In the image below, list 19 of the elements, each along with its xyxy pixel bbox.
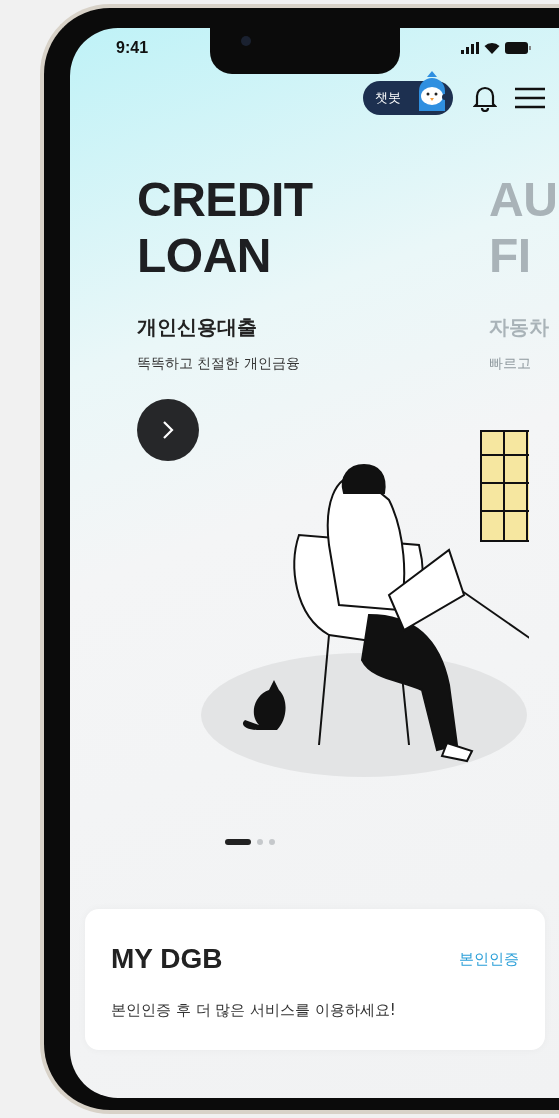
status-time: 9:41 xyxy=(116,39,149,57)
slide-description: 똑똑하고 친절한 개인금융 xyxy=(137,355,301,373)
slide-title: CREDIT xyxy=(137,172,314,228)
card-message: 본인인증 후 더 많은 서비스를 이용하세요! xyxy=(111,1001,397,1020)
page-dot[interactable] xyxy=(256,839,263,845)
slide-title: AU xyxy=(489,172,559,228)
slide-title: FI xyxy=(489,228,532,284)
slide-description: 빠르고 xyxy=(489,355,532,373)
menu-icon[interactable] xyxy=(515,87,545,109)
card-title: MY DGB xyxy=(111,943,223,975)
battery-icon xyxy=(505,42,531,54)
page-dot[interactable] xyxy=(268,839,275,845)
wifi-icon xyxy=(484,42,500,54)
slide-subtitle: 개인신용대출 xyxy=(137,314,258,341)
bell-icon[interactable] xyxy=(473,84,497,112)
chevron-right-icon xyxy=(162,420,174,440)
slide-title: LOAN xyxy=(137,228,272,284)
signal-icon xyxy=(461,42,479,54)
slide-subtitle: 자동차 xyxy=(489,314,550,341)
